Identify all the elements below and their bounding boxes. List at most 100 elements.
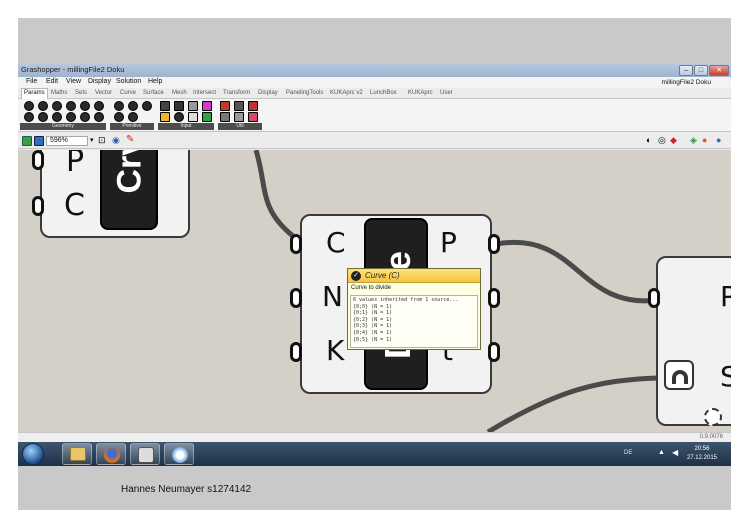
- input-grip[interactable]: [32, 196, 44, 216]
- sketch-icon[interactable]: ✎: [126, 134, 134, 145]
- menu-display[interactable]: Display: [88, 78, 111, 85]
- tab-display[interactable]: Display: [258, 90, 278, 96]
- zoom-extents-icon[interactable]: ⊡: [98, 135, 106, 146]
- util-icon[interactable]: [248, 112, 258, 122]
- primitive-icon[interactable]: [114, 101, 124, 111]
- menu-help[interactable]: Help: [148, 78, 162, 85]
- output-grip[interactable]: [488, 234, 500, 254]
- tab-kukaprc[interactable]: KUKAprc: [408, 90, 433, 96]
- param-icon[interactable]: [94, 101, 104, 111]
- input-grip[interactable]: [290, 234, 302, 254]
- util-icon[interactable]: [248, 101, 258, 111]
- tab-surface[interactable]: Surface: [143, 90, 164, 96]
- input-icon[interactable]: [202, 101, 212, 111]
- zoom-field[interactable]: 596%: [46, 136, 88, 146]
- display-icon[interactable]: ●: [716, 135, 721, 145]
- language-indicator[interactable]: DE: [624, 450, 632, 456]
- author-caption: Hannes Neumayer s1274142: [121, 484, 252, 495]
- output-grip[interactable]: [488, 288, 500, 308]
- taskbar-firefox[interactable]: [96, 443, 126, 465]
- display-icon[interactable]: ◈: [690, 135, 697, 146]
- param-icon[interactable]: [24, 101, 34, 111]
- input-icon[interactable]: [188, 112, 198, 122]
- input-icon[interactable]: [160, 112, 170, 122]
- graph-mapper-icon[interactable]: [664, 360, 694, 390]
- param-icon[interactable]: [66, 101, 76, 111]
- param-icon[interactable]: [52, 112, 62, 122]
- canvas[interactable]: Crv P C Divide C N K P T t P: [18, 150, 731, 432]
- network-icon[interactable]: ▲: [658, 449, 665, 456]
- tab-intersect[interactable]: Intersect: [193, 90, 216, 96]
- tab-sets[interactable]: Sets: [75, 90, 87, 96]
- input-icon[interactable]: [174, 112, 184, 122]
- open-file-icon[interactable]: [22, 136, 32, 146]
- version-label: 0.9.0076: [699, 434, 723, 440]
- preview-icon[interactable]: ◐: [646, 135, 651, 145]
- param-icon[interactable]: [80, 101, 90, 111]
- eye-icon[interactable]: ◉: [112, 135, 120, 146]
- taskbar-rhino[interactable]: [130, 443, 160, 465]
- menu-solution[interactable]: Solution: [116, 78, 141, 85]
- tooltip-detail-line: {0;5} (N = 1): [353, 336, 393, 343]
- param-icon[interactable]: [94, 112, 104, 122]
- component-tabs: Params Maths Sets Vector Curve Surface M…: [18, 88, 731, 99]
- tab-mesh[interactable]: Mesh: [172, 90, 187, 96]
- util-icon[interactable]: [220, 112, 230, 122]
- tab-kukaprc-v2[interactable]: KUKAprc v2: [330, 90, 363, 96]
- close-button[interactable]: ✕: [709, 65, 729, 76]
- tab-user[interactable]: User: [440, 90, 453, 96]
- param-icon[interactable]: [80, 112, 90, 122]
- primitive-icon[interactable]: [128, 112, 138, 122]
- tab-transform[interactable]: Transform: [223, 90, 250, 96]
- param-icon[interactable]: [38, 112, 48, 122]
- firefox-icon: [104, 447, 120, 463]
- display-icon[interactable]: ●: [702, 135, 707, 145]
- primitive-icon[interactable]: [142, 101, 152, 111]
- primitive-icon[interactable]: [128, 101, 138, 111]
- preview-icon[interactable]: ◎: [658, 135, 666, 146]
- param-icon[interactable]: [24, 112, 34, 122]
- clock[interactable]: 20:56 27.12.2015: [687, 445, 717, 463]
- input-grip[interactable]: [648, 288, 660, 308]
- menu-edit[interactable]: Edit: [46, 78, 58, 85]
- chevron-down-icon[interactable]: ▾: [90, 136, 94, 144]
- port-p: P: [720, 280, 731, 313]
- input-grip[interactable]: [290, 342, 302, 362]
- ribbon-group-geometry: Geometry: [20, 123, 106, 130]
- input-icon[interactable]: [188, 101, 198, 111]
- util-icon[interactable]: [234, 112, 244, 122]
- param-icon[interactable]: [52, 101, 62, 111]
- tab-vector[interactable]: Vector: [95, 90, 112, 96]
- tab-lunchbox[interactable]: LunchBox: [370, 90, 397, 96]
- volume-icon[interactable]: ◀: [672, 448, 678, 457]
- status-bar: 0.9.0076: [18, 432, 731, 442]
- output-grip[interactable]: [488, 342, 500, 362]
- tooltip-detail-line: {0;4} (N = 1): [353, 329, 393, 336]
- util-icon[interactable]: [220, 101, 230, 111]
- input-icon[interactable]: [160, 101, 170, 111]
- input-icon[interactable]: [174, 101, 184, 111]
- port-p: P: [66, 150, 85, 179]
- param-icon[interactable]: [38, 101, 48, 111]
- menu-file[interactable]: File: [26, 78, 37, 85]
- curve-node-label: Crv: [110, 150, 149, 194]
- util-icon[interactable]: [234, 101, 244, 111]
- tab-maths[interactable]: Maths: [51, 90, 67, 96]
- tab-curve[interactable]: Curve: [120, 90, 136, 96]
- tab-params[interactable]: Params: [21, 88, 48, 99]
- preview-icon[interactable]: ◆: [670, 135, 677, 146]
- taskbar-grasshopper[interactable]: [164, 443, 194, 465]
- minimize-button[interactable]: –: [679, 65, 693, 76]
- taskbar-explorer[interactable]: [62, 443, 92, 465]
- input-grip[interactable]: [290, 288, 302, 308]
- grasshopper-icon: [172, 447, 188, 463]
- start-orb-icon[interactable]: [22, 443, 44, 465]
- param-icon[interactable]: [66, 112, 76, 122]
- menu-view[interactable]: View: [66, 78, 81, 85]
- primitive-icon[interactable]: [114, 112, 124, 122]
- tab-panelingtools[interactable]: PanelingTools: [286, 90, 323, 96]
- input-icon[interactable]: [202, 112, 212, 122]
- maximize-button[interactable]: □: [694, 65, 708, 76]
- input-grip[interactable]: [32, 150, 44, 170]
- save-file-icon[interactable]: [34, 136, 44, 146]
